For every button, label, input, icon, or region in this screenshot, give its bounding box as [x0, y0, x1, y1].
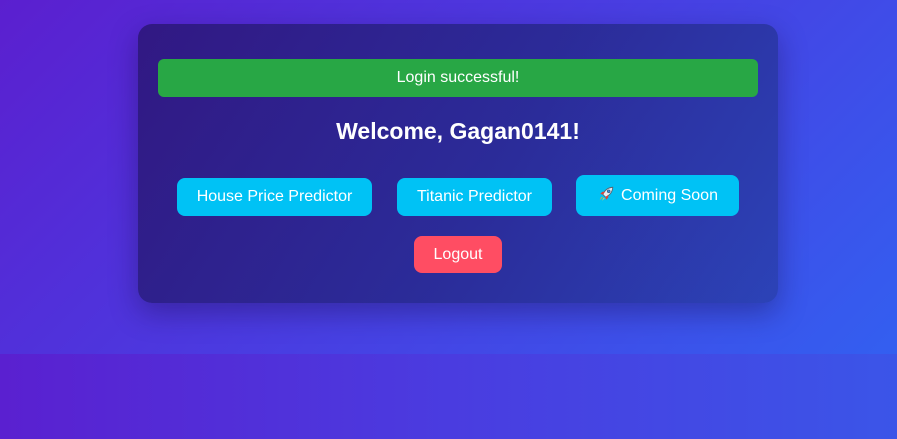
- house-price-predictor-button[interactable]: House Price Predictor: [177, 178, 372, 216]
- coming-soon-button[interactable]: Coming Soon: [576, 175, 739, 216]
- dashboard-card: Login successful! Welcome, Gagan0141! Ho…: [138, 24, 778, 303]
- coming-soon-label: Coming Soon: [621, 187, 718, 204]
- page-background-lower: [0, 354, 897, 439]
- logout-button[interactable]: Logout: [414, 236, 502, 273]
- rocket-icon: [597, 178, 615, 219]
- flash-message: Login successful!: [158, 59, 758, 97]
- welcome-heading: Welcome, Gagan0141!: [336, 118, 580, 144]
- titanic-predictor-button[interactable]: Titanic Predictor: [397, 178, 552, 216]
